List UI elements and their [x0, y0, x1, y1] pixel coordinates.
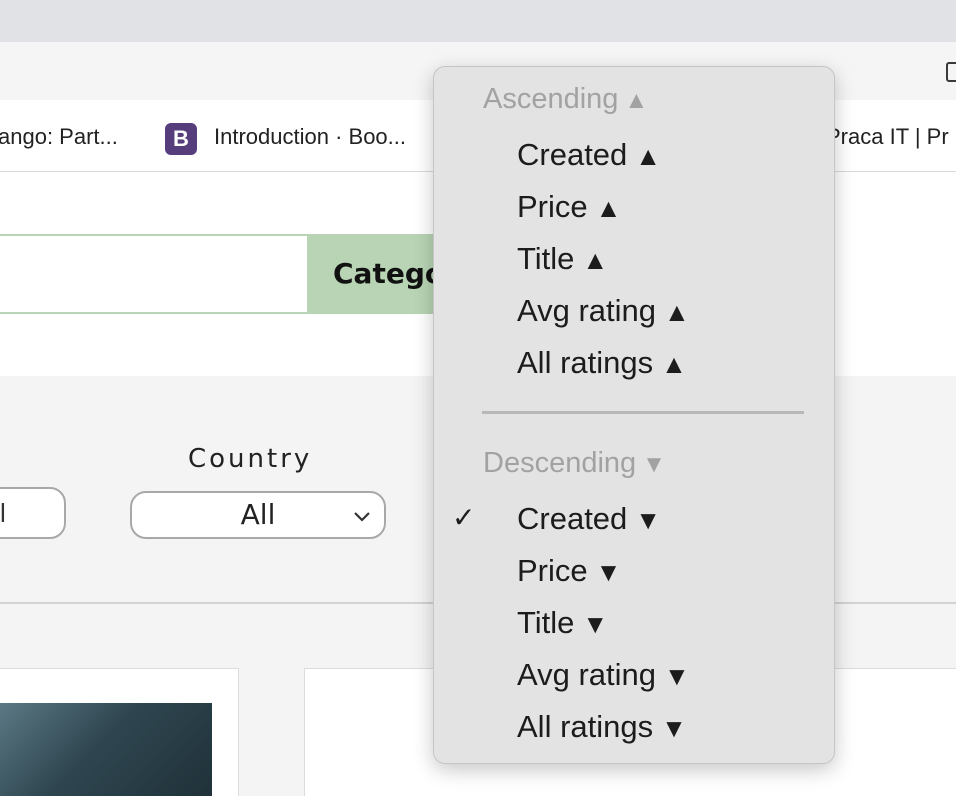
- browser-tab-strip: [0, 0, 956, 42]
- chevron-down-icon: [352, 495, 372, 539]
- ascending-header: Ascending ▲: [483, 83, 649, 115]
- bookmark-praca[interactable]: Praca IT | Pr: [826, 124, 949, 150]
- filter-select[interactable]: l: [0, 487, 66, 539]
- bootstrap-icon: B: [165, 123, 197, 155]
- down-arrow-icon: ▼: [595, 557, 622, 587]
- down-arrow-icon: ▼: [635, 505, 662, 535]
- up-arrow-icon: ▲: [664, 297, 690, 327]
- sort-dropdown-menu: Ascending ▲ Created ▲ Price ▲ Title ▲ Avg ra…: [433, 66, 835, 764]
- menu-separator: [482, 411, 804, 414]
- descending-header: Descending ▼: [483, 447, 666, 479]
- sort-option-created-desc[interactable]: Created ▼: [517, 497, 827, 541]
- product-image: [0, 703, 212, 796]
- search-input[interactable]: [0, 234, 310, 314]
- down-arrow-icon: ▼: [661, 713, 687, 743]
- sort-option-created-asc[interactable]: Created ▲: [517, 133, 827, 177]
- up-arrow-icon: ▲: [624, 87, 649, 114]
- down-arrow-icon: ▼: [642, 451, 666, 478]
- sort-option-all-ratings-asc[interactable]: All ratings ▲: [517, 341, 827, 385]
- sort-option-title-asc[interactable]: Title ▲: [517, 237, 827, 281]
- sort-option-price-asc[interactable]: Price ▲: [517, 185, 827, 229]
- sort-option-avg-rating-desc[interactable]: Avg rating ▼: [517, 653, 827, 697]
- up-arrow-icon: ▲: [595, 193, 622, 223]
- sort-option-title-desc[interactable]: Title ▼: [517, 601, 827, 645]
- share-icon[interactable]: [946, 62, 956, 82]
- sort-option-all-ratings-desc[interactable]: All ratings ▼: [517, 705, 827, 749]
- sort-option-price-desc[interactable]: Price ▼: [517, 549, 827, 593]
- up-arrow-icon: ▲: [661, 349, 687, 379]
- bookmark-django[interactable]: ango: Part...: [0, 124, 118, 150]
- down-arrow-icon: ▼: [664, 661, 690, 691]
- bookmark-bootstrap[interactable]: Introduction · Boo...: [214, 124, 406, 150]
- down-arrow-icon: ▼: [582, 609, 609, 639]
- country-select-value: All: [240, 498, 276, 531]
- checkmark-icon: ✓: [452, 502, 476, 533]
- up-arrow-icon: ▲: [582, 245, 609, 275]
- country-label: Country: [188, 444, 313, 474]
- sort-option-avg-rating-asc[interactable]: Avg rating ▲: [517, 289, 827, 333]
- country-select[interactable]: All: [130, 491, 386, 539]
- up-arrow-icon: ▲: [635, 141, 662, 171]
